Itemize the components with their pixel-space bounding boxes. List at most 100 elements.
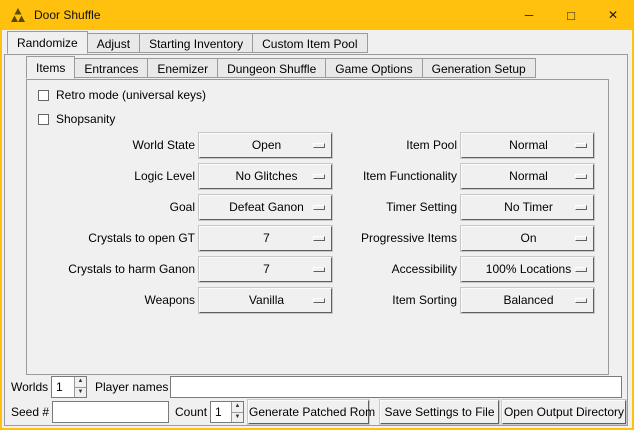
client-area: Randomize Adjust Starting Inventory Cust…	[2, 30, 632, 428]
main-tab-bar: Randomize Adjust Starting Inventory Cust…	[7, 33, 367, 54]
count-label: Count	[175, 401, 207, 423]
spin-arrows: ▲ ▼	[74, 377, 86, 397]
dropdown-indicator-icon	[313, 298, 325, 303]
spin-down-button[interactable]: ▼	[75, 388, 86, 398]
tab-generation-setup[interactable]: Generation Setup	[422, 58, 536, 78]
timer-setting-row: Timer Setting No Timer	[329, 194, 594, 220]
dropdown-indicator-icon	[575, 205, 587, 210]
dropdown-indicator-icon	[313, 267, 325, 272]
seed-input[interactable]	[52, 401, 169, 423]
spin-up-button[interactable]: ▲	[232, 402, 243, 413]
dropdown-indicator-icon	[313, 174, 325, 179]
dropdown-indicator-icon	[575, 298, 587, 303]
tab-adjust[interactable]: Adjust	[87, 33, 140, 53]
shopsanity-label: Shopsanity	[56, 112, 115, 126]
shopsanity-checkbox[interactable]	[38, 114, 49, 125]
weapons-row: Weapons Vanilla	[37, 287, 332, 313]
save-settings-button[interactable]: Save Settings to File	[380, 400, 499, 424]
crystals-open-gt-label: Crystals to open GT	[37, 231, 195, 245]
minimize-button[interactable]: ─	[508, 0, 550, 30]
timer-setting-dropdown[interactable]: No Timer	[461, 195, 594, 220]
crystals-harm-ganon-dropdown[interactable]: 7	[199, 257, 332, 282]
world-state-row: World State Open	[37, 132, 332, 158]
weapons-label: Weapons	[37, 293, 195, 307]
progressive-items-dropdown[interactable]: On	[461, 226, 594, 251]
generate-patched-rom-button[interactable]: Generate Patched Rom	[248, 400, 369, 424]
randomize-tab-panel: Items Entrances Enemizer Dungeon Shuffle…	[4, 54, 628, 426]
app-icon	[10, 7, 26, 23]
dropdown-value: 7	[200, 231, 313, 245]
logic-level-dropdown[interactable]: No Glitches	[199, 164, 332, 189]
crystals-harm-ganon-label: Crystals to harm Ganon	[37, 262, 195, 276]
dropdown-value: Normal	[462, 169, 575, 183]
crystals-open-gt-dropdown[interactable]: 7	[199, 226, 332, 251]
crystals-harm-ganon-row: Crystals to harm Ganon 7	[37, 256, 332, 282]
close-button[interactable]: ✕	[592, 0, 634, 30]
window: Door Shuffle ─ □ ✕ Randomize Adjust Star…	[0, 0, 634, 430]
tab-items[interactable]: Items	[26, 56, 75, 79]
worlds-value: 1	[52, 377, 74, 397]
goal-dropdown[interactable]: Defeat Ganon	[199, 195, 332, 220]
window-controls: ─ □ ✕	[508, 0, 634, 30]
accessibility-row: Accessibility 100% Locations	[329, 256, 594, 282]
open-output-directory-button[interactable]: Open Output Directory	[502, 400, 626, 424]
dropdown-indicator-icon	[575, 143, 587, 148]
dropdown-value: Defeat Ganon	[200, 200, 313, 214]
item-pool-dropdown[interactable]: Normal	[461, 133, 594, 158]
count-value: 1	[211, 402, 231, 422]
worlds-label: Worlds	[11, 376, 48, 398]
player-names-label: Player names	[95, 376, 168, 398]
maximize-button[interactable]: □	[550, 0, 592, 30]
dropdown-value: Vanilla	[200, 293, 313, 307]
sub-tab-bar: Items Entrances Enemizer Dungeon Shuffle…	[26, 58, 535, 79]
item-sorting-row: Item Sorting Balanced	[329, 287, 594, 313]
tab-dungeon-shuffle[interactable]: Dungeon Shuffle	[217, 58, 326, 78]
dropdown-value: Balanced	[462, 293, 575, 307]
item-functionality-dropdown[interactable]: Normal	[461, 164, 594, 189]
logic-level-label: Logic Level	[37, 169, 195, 183]
dropdown-indicator-icon	[575, 174, 587, 179]
spin-arrows: ▲ ▼	[231, 402, 243, 422]
tab-entrances[interactable]: Entrances	[74, 58, 148, 78]
retro-mode-checkbox[interactable]	[38, 90, 49, 101]
accessibility-dropdown[interactable]: 100% Locations	[461, 257, 594, 282]
dropdown-value: No Glitches	[200, 169, 313, 183]
seed-label: Seed #	[11, 401, 49, 423]
player-names-input[interactable]	[170, 376, 622, 398]
item-sorting-label: Item Sorting	[329, 293, 457, 307]
spin-down-button[interactable]: ▼	[232, 413, 243, 423]
goal-row: Goal Defeat Ganon	[37, 194, 332, 220]
weapons-dropdown[interactable]: Vanilla	[199, 288, 332, 313]
dropdown-value: Open	[200, 138, 313, 152]
dropdown-value: 100% Locations	[462, 262, 575, 276]
tab-starting-inventory[interactable]: Starting Inventory	[139, 33, 253, 53]
dropdown-value: On	[462, 231, 575, 245]
world-state-label: World State	[37, 138, 195, 152]
spin-up-button[interactable]: ▲	[75, 377, 86, 388]
item-sorting-dropdown[interactable]: Balanced	[461, 288, 594, 313]
dropdown-indicator-icon	[313, 143, 325, 148]
progressive-items-label: Progressive Items	[329, 231, 457, 245]
dropdown-indicator-icon	[313, 205, 325, 210]
goal-label: Goal	[37, 200, 195, 214]
tab-randomize[interactable]: Randomize	[7, 31, 88, 54]
logic-level-row: Logic Level No Glitches	[37, 163, 332, 189]
crystals-open-gt-row: Crystals to open GT 7	[37, 225, 332, 251]
dropdown-value: Normal	[462, 138, 575, 152]
tab-custom-item-pool[interactable]: Custom Item Pool	[252, 33, 367, 53]
count-spinbox[interactable]: 1 ▲ ▼	[210, 401, 244, 423]
world-state-dropdown[interactable]: Open	[199, 133, 332, 158]
retro-mode-label: Retro mode (universal keys)	[56, 88, 206, 102]
item-pool-label: Item Pool	[329, 138, 457, 152]
dropdown-indicator-icon	[575, 236, 587, 241]
progressive-items-row: Progressive Items On	[329, 225, 594, 251]
item-functionality-label: Item Functionality	[329, 169, 457, 183]
dropdown-value: No Timer	[462, 200, 575, 214]
shopsanity-row: Shopsanity	[38, 111, 115, 127]
accessibility-label: Accessibility	[329, 262, 457, 276]
tab-game-options[interactable]: Game Options	[325, 58, 422, 78]
titlebar[interactable]: Door Shuffle ─ □ ✕	[0, 0, 634, 30]
worlds-spinbox[interactable]: 1 ▲ ▼	[51, 376, 87, 398]
tab-enemizer[interactable]: Enemizer	[147, 58, 218, 78]
dropdown-indicator-icon	[575, 267, 587, 272]
